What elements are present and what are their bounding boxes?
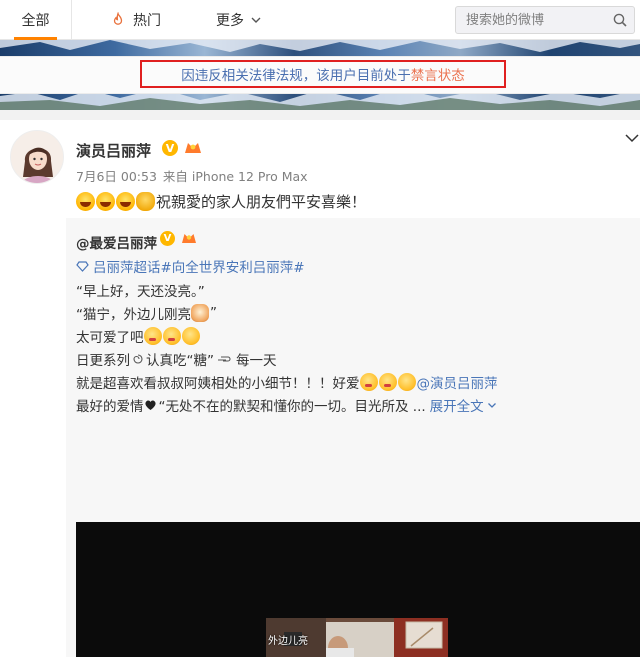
repost-text-line: 日更系列 认真吃“糖” 每一天 — [76, 349, 277, 369]
notice-text: 因违反相关法律法规，该用户目前处于 — [181, 68, 411, 84]
expand-full-text-link[interactable]: 展开全文 — [430, 395, 484, 415]
tab-more[interactable]: 更多 — [216, 0, 262, 40]
repost-line-text: 日更系列 — [76, 353, 130, 369]
flame-icon — [110, 12, 126, 28]
repost-line-text: “猫宁，外边儿刚亮 — [76, 307, 191, 323]
mention-link[interactable]: @演员吕丽萍 — [417, 372, 498, 392]
banned-status-link[interactable]: 禁言状态 — [411, 64, 465, 84]
search-box[interactable] — [455, 6, 635, 34]
post-source: 来自 iPhone 12 Pro Max — [162, 169, 308, 184]
account-status-notice: 因违反相关法律法规，该用户目前处于 禁言状态 — [0, 56, 640, 94]
kiss-emoji-icon — [143, 327, 162, 345]
repost-line-text: 每一天 — [236, 353, 277, 369]
repost-line-text: 就是超喜欢看叔叔阿姨相处的小细节！！！好爱 — [76, 376, 360, 392]
tab-hot-label: 热门 — [133, 13, 161, 29]
tab-all[interactable]: 全部 — [0, 0, 72, 40]
top-nav: 全部 热门 更多 — [0, 0, 640, 40]
kiss-emoji-icon — [378, 373, 397, 391]
repost-text-line: 最好的爱情 “无处不在的默契和懂你的一切。目光所及 ... 展开全文 — [76, 395, 497, 415]
verified-badge: V — [162, 140, 178, 156]
chevron-down-icon[interactable] — [487, 400, 497, 410]
search-input[interactable] — [466, 11, 606, 29]
praying-emoji-icon — [136, 191, 155, 211]
tab-hot[interactable]: 热门 — [110, 0, 161, 40]
repost-text-line: 就是超喜欢看叔叔阿姨相处的小细节！！！好爱 @演员吕丽萍 — [76, 372, 498, 392]
heart-icon — [144, 399, 157, 411]
repost-text-line: “猫宁，外边儿刚亮 ” — [76, 303, 217, 323]
post-meta: 7月6日 00:53 来自 iPhone 12 Pro Max — [76, 166, 314, 185]
video-frame-image — [76, 522, 640, 657]
topic-line: 吕丽萍超话#向全世界安利吕丽萍# — [76, 256, 305, 276]
avatar[interactable] — [10, 130, 64, 184]
repost-line-text: “无处不在的默契和懂你的一切。目光所及 ... — [158, 399, 426, 415]
video-caption: 外边儿亮 — [268, 636, 308, 647]
level-badge-icon — [183, 139, 203, 157]
weibo-profile-page: 全部 热门 更多 因违反相关法律 — [0, 0, 640, 657]
repost-line-text: “早上好，天还没亮。” — [76, 284, 205, 300]
verified-badge: V — [160, 231, 175, 246]
laughing-emoji-icon — [116, 191, 135, 211]
post-body: 祝親愛的家人朋友們平安喜樂！ — [156, 192, 367, 211]
chevron-down-icon — [250, 14, 262, 26]
tab-all-label: 全部 — [21, 13, 50, 29]
post-menu-chevron-icon[interactable] — [624, 130, 640, 146]
shy-emoji-icon — [397, 373, 416, 391]
post-text: 祝親愛的家人朋友們平安喜樂！ — [76, 190, 366, 212]
post-date[interactable]: 7月6日 00:53 — [76, 169, 157, 184]
tab-more-label: 更多 — [216, 13, 244, 29]
kiss-emoji-icon — [162, 327, 181, 345]
supertopic-link[interactable]: 吕丽萍超话#向全世界安利吕丽萍# — [93, 256, 305, 276]
repost-line-text: ” — [210, 305, 217, 321]
cat-emoji-icon — [191, 304, 209, 322]
repost-line-text: 最好的爱情 — [76, 399, 144, 415]
section-divider — [0, 110, 640, 120]
banned-notice-highlight: 因违反相关法律法规，该用户目前处于 禁言状态 — [140, 60, 506, 88]
profile-cover-banner: 因违反相关法律法规，该用户目前处于 禁言状态 — [0, 40, 640, 110]
video-player[interactable]: 外边儿亮 — [76, 522, 640, 657]
laughing-emoji-icon — [76, 191, 95, 211]
repost-text-line: 太可爱了吧 — [76, 326, 201, 346]
diamond-topic-icon — [76, 260, 89, 273]
username[interactable]: 演员吕丽萍 — [76, 140, 151, 161]
laughing-emoji-icon — [96, 191, 115, 211]
repost-line-text: 认真吃“糖” — [146, 353, 214, 369]
repost-author[interactable]: @最爱吕丽萍 — [76, 232, 157, 252]
swirl-icon — [132, 353, 144, 365]
search-icon[interactable] — [612, 12, 628, 28]
post-card: 演员吕丽萍 V 7月6日 00:53 来自 iPhone 12 Pro Max 祝… — [0, 120, 640, 657]
level-badge-icon — [180, 230, 198, 247]
repost-line-text: 太可爱了吧 — [76, 330, 144, 346]
shy-emoji-icon — [181, 327, 200, 345]
repost-block[interactable]: @最爱吕丽萍 V 吕丽萍超话#向全世界安利吕丽萍# “早上好，天还没亮。” “猫… — [66, 218, 640, 657]
repost-text-line: “早上好，天还没亮。” — [76, 280, 205, 300]
hand-point-icon — [217, 353, 233, 365]
kiss-emoji-icon — [359, 373, 378, 391]
